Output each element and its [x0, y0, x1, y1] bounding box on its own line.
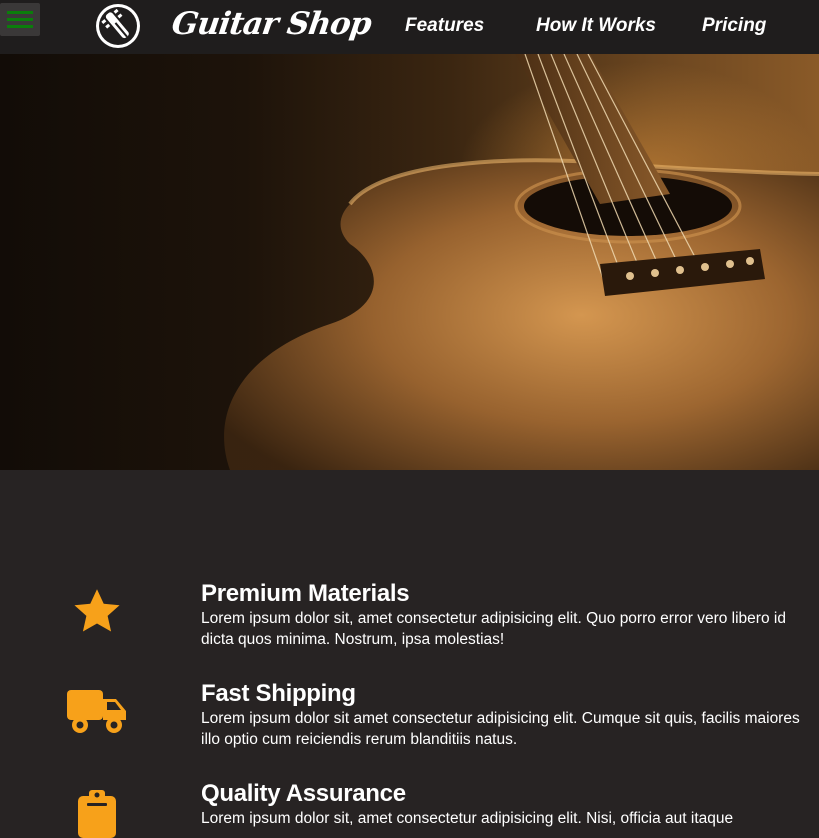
hamburger-icon-bar: [7, 18, 33, 21]
nav-link-features[interactable]: Features: [405, 15, 484, 37]
feature-description: Lorem ipsum dolor sit amet consectetur a…: [201, 710, 800, 748]
brand-logo-text[interactable]: Guitar Shop: [169, 6, 373, 42]
feature-description: Lorem ipsum dolor sit, amet consectetur …: [201, 610, 786, 648]
features-section: Premium Materials Lorem ipsum dolor sit,…: [0, 470, 819, 838]
feature-title: Premium Materials: [201, 580, 410, 607]
clipboard-icon: [78, 790, 116, 838]
nav-link-how-it-works[interactable]: How It Works: [536, 15, 656, 37]
navbar: Guitar Shop Features How It Works Pricin…: [0, 0, 819, 54]
feature-title: Fast Shipping: [201, 680, 356, 707]
truck-icon: [67, 690, 126, 733]
nav-link-pricing[interactable]: Pricing: [702, 15, 766, 37]
hero-image: [0, 54, 819, 470]
guitar-headstock-icon[interactable]: [94, 2, 142, 50]
star-icon: [74, 589, 120, 632]
hamburger-menu-button[interactable]: [0, 3, 40, 36]
guitar-photo: [224, 54, 819, 470]
hamburger-icon: [7, 11, 33, 14]
feature-title: Quality Assurance: [201, 780, 406, 807]
feature-description: Lorem ipsum dolor sit, amet consectetur …: [201, 810, 734, 827]
hamburger-icon-bar: [7, 25, 33, 28]
